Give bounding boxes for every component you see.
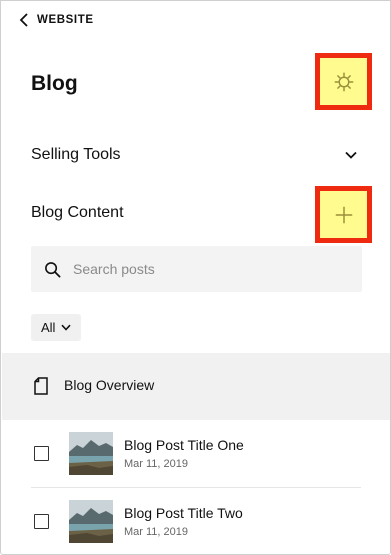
back-link-label: WEBSITE: [37, 14, 94, 26]
plus-icon: [335, 206, 352, 223]
post-date: Mar 11, 2019: [124, 458, 189, 470]
blog-panel: WEBSITE Blog Selling Tools Blog Content: [0, 0, 391, 555]
post-date: Mar 11, 2019: [124, 526, 189, 538]
post-thumbnail: [69, 432, 113, 475]
selling-tools-section-toggle[interactable]: Selling Tools: [31, 143, 359, 167]
search-icon: [45, 261, 61, 277]
post-thumbnail: [69, 500, 113, 543]
gear-icon: [334, 72, 353, 91]
blog-content-label: Blog Content: [31, 204, 124, 221]
chevron-down-icon: [61, 324, 72, 331]
blog-settings-button[interactable]: [315, 53, 372, 110]
selling-tools-label: Selling Tools: [31, 146, 121, 163]
filter-dropdown[interactable]: All: [31, 314, 82, 341]
blog-overview-row[interactable]: Blog Overview: [2, 353, 390, 420]
post-title: Blog Post Title One: [124, 437, 244, 453]
post-list-item[interactable]: Blog Post Title One Mar 11, 2019: [2, 421, 390, 487]
back-to-website-link[interactable]: WEBSITE: [19, 11, 94, 29]
post-list-item[interactable]: Blog Post Title Two Mar 11, 2019: [2, 489, 390, 554]
page-icon: [34, 377, 48, 395]
post-select-checkbox[interactable]: [34, 446, 49, 461]
chevron-left-icon: [19, 13, 28, 27]
post-divider: [31, 487, 361, 488]
post-select-checkbox[interactable]: [34, 514, 49, 529]
filter-selected-label: All: [41, 320, 56, 335]
add-post-button[interactable]: [315, 186, 372, 243]
page-title: Blog: [31, 72, 78, 95]
blog-overview-label: Blog Overview: [64, 377, 155, 393]
search-box: [31, 246, 362, 292]
search-input[interactable]: [73, 261, 333, 277]
post-title: Blog Post Title Two: [124, 505, 243, 521]
chevron-down-icon: [345, 151, 357, 159]
